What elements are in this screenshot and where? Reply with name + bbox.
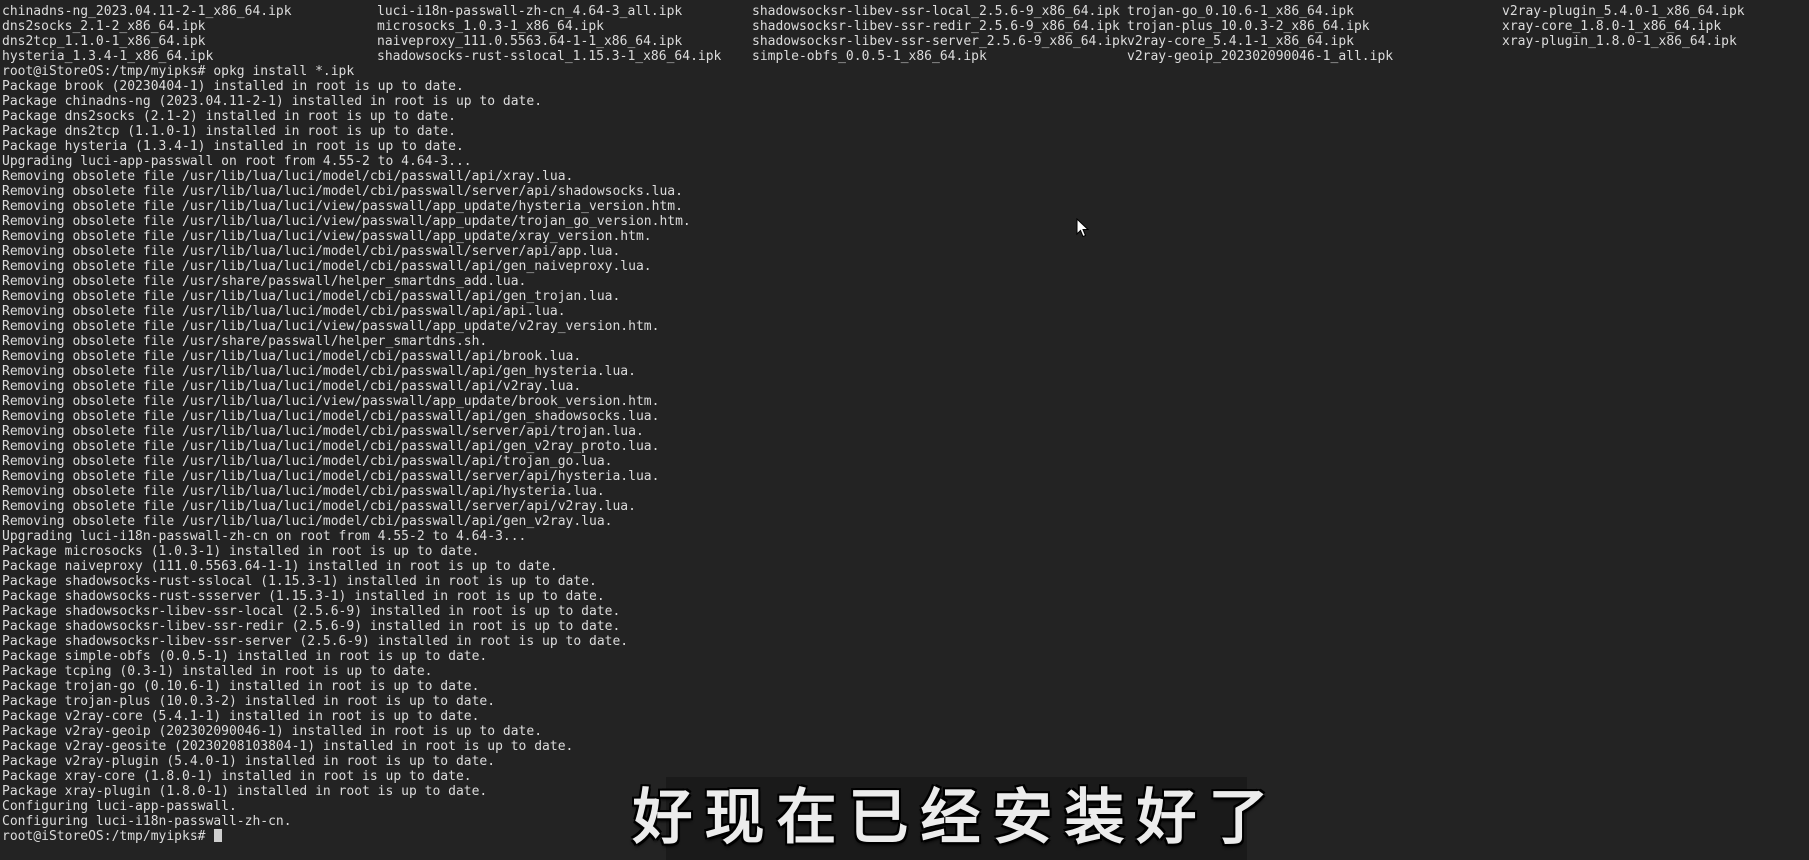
output-line: Package chinadns-ng (2023.04.11-2-1) ins…: [2, 94, 543, 109]
output-line: Package shadowsocks-rust-ssserver (1.15.…: [2, 589, 605, 604]
output-line: Upgrading luci-i18n-passwall-zh-cn on ro…: [2, 529, 527, 544]
file-name: shadowsocksr-libev-ssr-local_2.5.6-9_x86…: [752, 4, 1120, 19]
file-listing: chinadns-ng_2023.04.11-2-1_x86_64.ipk luc…: [2, 4, 1802, 64]
file-name: xray-plugin_1.8.0-1_x86_64.ipk: [1502, 34, 1737, 49]
output-line: Package naiveproxy (111.0.5563.64-1-1) i…: [2, 559, 558, 574]
output-line: Removing obsolete file /usr/lib/lua/luci…: [2, 214, 691, 229]
output-line: Removing obsolete file /usr/lib/lua/luci…: [2, 184, 683, 199]
output-line: Removing obsolete file /usr/lib/lua/luci…: [2, 499, 636, 514]
output-line: Removing obsolete file /usr/lib/lua/luci…: [2, 169, 574, 184]
output-line: Removing obsolete file /usr/lib/lua/luci…: [2, 424, 644, 439]
file-name: shadowsocksr-libev-ssr-server_2.5.6-9_x8…: [752, 34, 1128, 49]
output-line: Removing obsolete file /usr/lib/lua/luci…: [2, 244, 621, 259]
shell-prompt: root@iStoreOS:/tmp/myipks#: [2, 829, 214, 844]
output-line: Removing obsolete file /usr/share/passwa…: [2, 334, 488, 349]
file-name: microsocks_1.0.3-1_x86_64.ipk: [377, 19, 604, 34]
file-listing-row: hysteria_1.3.4-1_x86_64.ipk shadowsocks-r…: [2, 49, 1802, 64]
output-line: Removing obsolete file /usr/lib/lua/luci…: [2, 454, 613, 469]
file-name: trojan-go_0.10.6-1_x86_64.ipk: [1127, 4, 1354, 19]
file-name: dns2socks_2.1-2_x86_64.ipk: [2, 19, 206, 34]
output-line: Removing obsolete file /usr/lib/lua/luci…: [2, 469, 660, 484]
video-subtitle: 好现在已经安装好了: [633, 777, 1269, 860]
output-line: Upgrading luci-app-passwall on root from…: [2, 154, 472, 169]
file-name: dns2tcp_1.1.0-1_x86_64.ipk: [2, 34, 206, 49]
output-line: Removing obsolete file /usr/lib/lua/luci…: [2, 364, 636, 379]
file-listing-row: chinadns-ng_2023.04.11-2-1_x86_64.ipk luc…: [2, 4, 1802, 19]
output-line: Package trojan-go (0.10.6-1) installed i…: [2, 679, 480, 694]
terminal-output: root@iStoreOS:/tmp/myipks# opkg install …: [2, 64, 1802, 844]
file-name: luci-i18n-passwall-zh-cn_4.64-3_all.ipk: [377, 4, 683, 19]
file-name: v2ray-geoip_202302090046-1_all.ipk: [1127, 49, 1394, 64]
output-line: Removing obsolete file /usr/lib/lua/luci…: [2, 394, 660, 409]
output-line: root@iStoreOS:/tmp/myipks# opkg install …: [2, 64, 355, 79]
output-line: Package v2ray-geoip (202302090046-1) ins…: [2, 724, 543, 739]
output-line: Removing obsolete file /usr/lib/lua/luci…: [2, 259, 652, 274]
subtitle-text: 好现在已经安装好了: [632, 783, 1281, 853]
file-name: simple-obfs_0.0.5-1_x86_64.ipk: [752, 49, 987, 64]
file-name: hysteria_1.3.4-1_x86_64.ipk: [2, 49, 214, 64]
file-name: shadowsocksr-libev-ssr-redir_2.5.6-9_x86…: [752, 19, 1120, 34]
output-line: Package hysteria (1.3.4-1) installed in …: [2, 139, 464, 154]
output-line: Removing obsolete file /usr/lib/lua/luci…: [2, 514, 613, 529]
output-line: Removing obsolete file /usr/lib/lua/luci…: [2, 484, 605, 499]
output-line: Removing obsolete file /usr/lib/lua/luci…: [2, 349, 582, 364]
file-name: v2ray-plugin_5.4.0-1_x86_64.ipk: [1502, 4, 1745, 19]
output-line: Package shadowsocks-rust-sslocal (1.15.3…: [2, 574, 597, 589]
output-line: Removing obsolete file /usr/lib/lua/luci…: [2, 199, 683, 214]
output-line: Package dns2socks (2.1-2) installed in r…: [2, 109, 456, 124]
text-cursor-block: [214, 829, 223, 842]
output-line: Package trojan-plus (10.0.3-2) installed…: [2, 694, 496, 709]
output-line: Removing obsolete file /usr/lib/lua/luci…: [2, 289, 621, 304]
file-listing-row: dns2socks_2.1-2_x86_64.ipk microsocks_1.0…: [2, 19, 1802, 34]
terminal-window[interactable]: chinadns-ng_2023.04.11-2-1_x86_64.ipk luc…: [0, 0, 1809, 860]
output-line: Removing obsolete file /usr/lib/lua/luci…: [2, 439, 660, 454]
output-line: Package v2ray-core (5.4.1-1) installed i…: [2, 709, 480, 724]
output-line: Package tcping (0.3-1) installed in root…: [2, 664, 433, 679]
file-name: v2ray-core_5.4.1-1_x86_64.ipk: [1127, 34, 1354, 49]
output-line: Package shadowsocksr-libev-ssr-local (2.…: [2, 604, 621, 619]
output-line: Package v2ray-geosite (20230208103804-1)…: [2, 739, 574, 754]
output-line: Removing obsolete file /usr/lib/lua/luci…: [2, 304, 566, 319]
output-line: Package v2ray-plugin (5.4.0-1) installed…: [2, 754, 496, 769]
output-line: Package brook (20230404-1) installed in …: [2, 79, 464, 94]
file-name: trojan-plus_10.0.3-2_x86_64.ipk: [1127, 19, 1370, 34]
output-line: Package microsocks (1.0.3-1) installed i…: [2, 544, 480, 559]
output-line: Package simple-obfs (0.0.5-1) installed …: [2, 649, 488, 664]
output-lines: root@iStoreOS:/tmp/myipks# opkg install …: [2, 64, 1802, 829]
output-line: Package dns2tcp (1.1.0-1) installed in r…: [2, 124, 456, 139]
file-name: xray-core_1.8.0-1_x86_64.ipk: [1502, 19, 1722, 34]
mouse-pointer-icon: [1076, 218, 1090, 238]
file-name: shadowsocks-rust-sslocal_1.15.3-1_x86_64…: [377, 49, 722, 64]
file-listing-row: dns2tcp_1.1.0-1_x86_64.ipk naiveproxy_111…: [2, 34, 1802, 49]
file-name: chinadns-ng_2023.04.11-2-1_x86_64.ipk: [2, 4, 292, 19]
output-line: Package shadowsocksr-libev-ssr-redir (2.…: [2, 619, 621, 634]
output-line: Removing obsolete file /usr/lib/lua/luci…: [2, 379, 582, 394]
output-line: Removing obsolete file /usr/lib/lua/luci…: [2, 229, 652, 244]
file-name: naiveproxy_111.0.5563.64-1-1_x86_64.ipk: [377, 34, 683, 49]
output-line: Removing obsolete file /usr/share/passwa…: [2, 274, 527, 289]
output-line: Removing obsolete file /usr/lib/lua/luci…: [2, 409, 660, 424]
output-line: Package shadowsocksr-libev-ssr-server (2…: [2, 634, 629, 649]
output-line: Removing obsolete file /usr/lib/lua/luci…: [2, 319, 660, 334]
